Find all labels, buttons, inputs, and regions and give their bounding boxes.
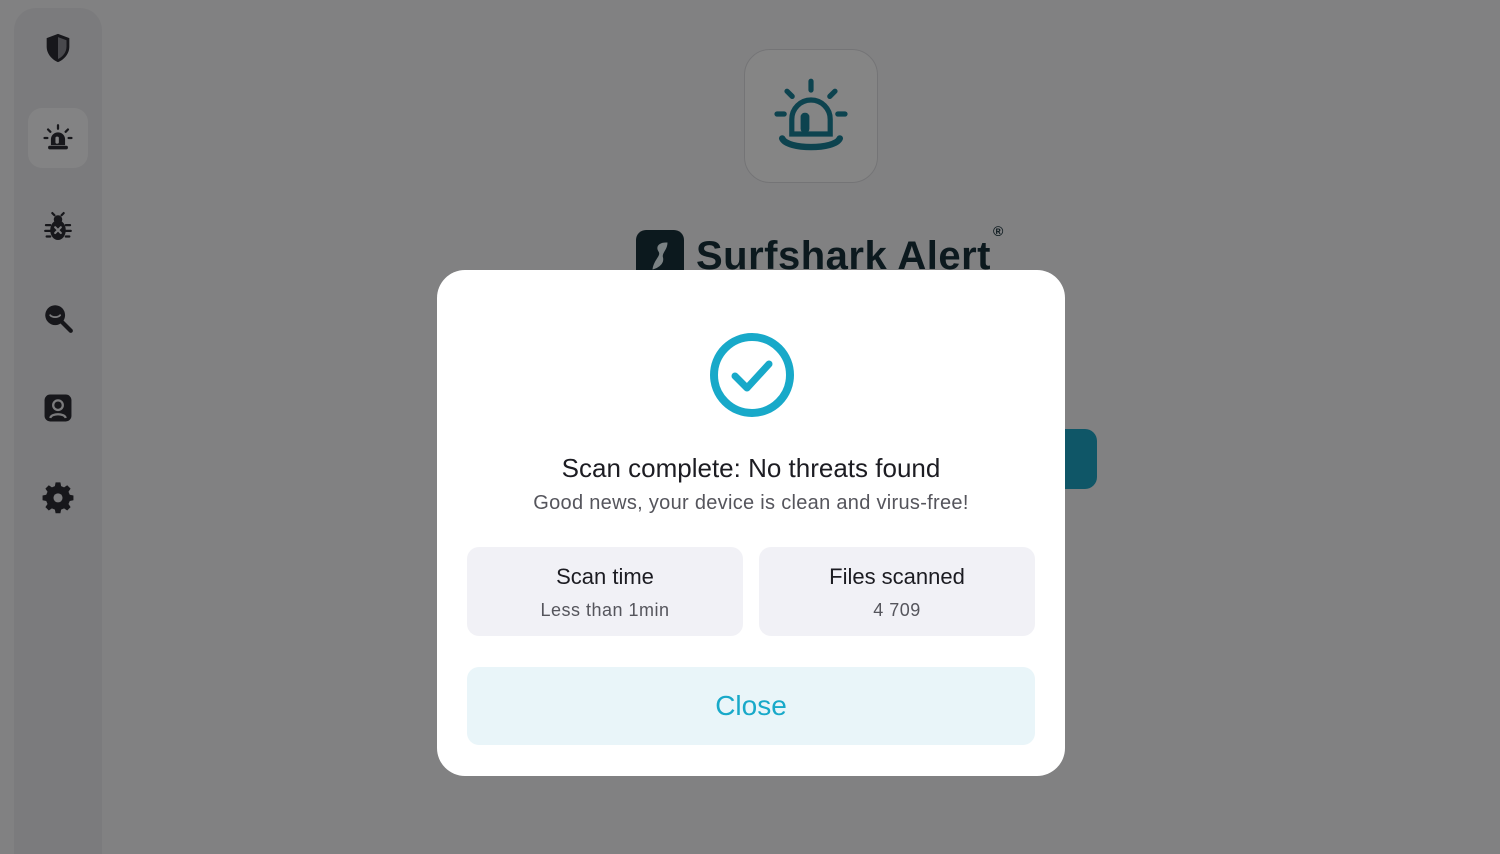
stat-label: Files scanned	[829, 564, 965, 589]
check-circle-icon	[710, 333, 794, 417]
stat-label: Scan time	[556, 564, 654, 589]
scan-complete-dialog: Scan complete: No threats found Good new…	[437, 270, 1065, 776]
stat-card-files-scanned: Files scanned 4 709	[759, 547, 1035, 636]
dialog-subtitle: Good news, your device is clean and viru…	[533, 492, 969, 514]
stat-value: 4 709	[873, 600, 921, 620]
stat-card-scan-time: Scan time Less than 1min	[467, 547, 743, 636]
stat-value: Less than 1min	[540, 600, 670, 620]
dialog-title: Scan complete: No threats found	[561, 453, 941, 483]
close-button[interactable]: Close	[467, 667, 1035, 745]
